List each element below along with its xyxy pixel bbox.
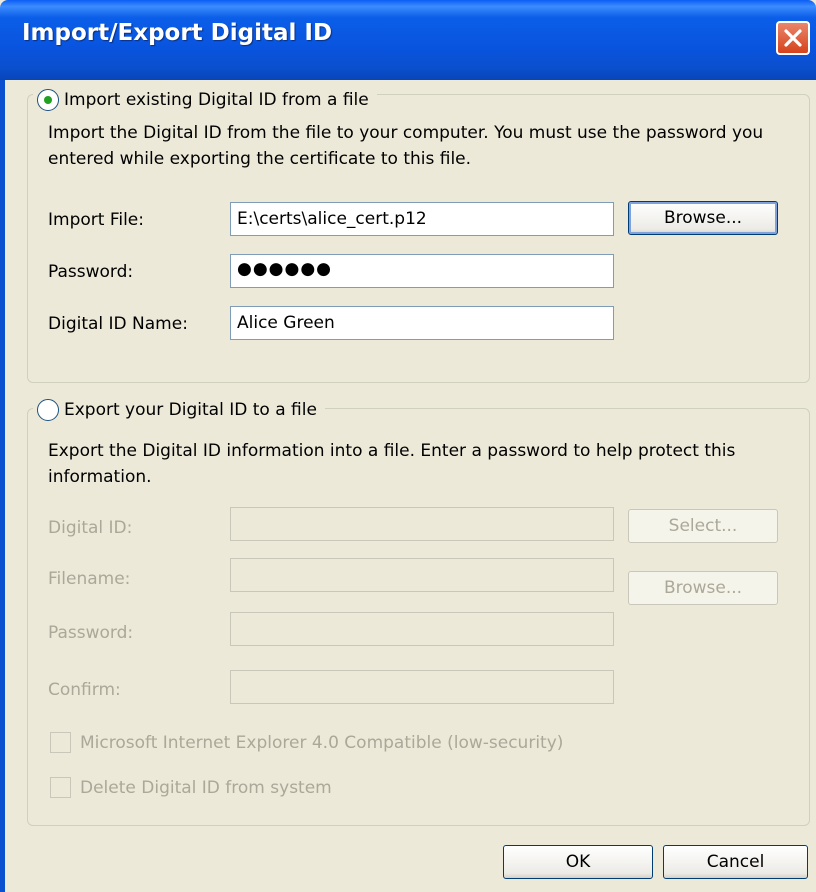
import-password-field[interactable]: ●●●●●●: [230, 254, 614, 288]
window-frame: [0, 80, 5, 892]
import-description: Import the Digital ID from the file to y…: [48, 123, 764, 169]
export-digital-id-label: Digital ID:: [48, 518, 133, 538]
export-password-field: [230, 612, 614, 646]
password-label: Password:: [48, 262, 134, 282]
export-password-label: Password:: [48, 623, 134, 643]
title-bar[interactable]: Import/Export Digital ID: [0, 0, 816, 80]
ie-compat-label: Microsoft Internet Explorer 4.0 Compatib…: [80, 733, 564, 753]
export-confirm-field: [230, 670, 614, 704]
import-browse-button[interactable]: Browse...: [628, 201, 778, 235]
delete-id-label: Delete Digital ID from system: [80, 778, 332, 798]
export-radio-icon[interactable]: [37, 399, 59, 421]
export-description: Export the Digital ID information into a…: [48, 441, 736, 487]
import-file-label: Import File:: [48, 210, 144, 230]
export-digital-id-field: [230, 507, 614, 541]
export-radio-option[interactable]: Export your Digital ID to a file: [33, 396, 325, 424]
export-browse-button: Browse...: [628, 571, 778, 605]
delete-id-checkbox: [50, 777, 71, 798]
cancel-button[interactable]: Cancel: [663, 845, 808, 879]
import-radio-icon[interactable]: [37, 89, 59, 111]
export-filename-label: Filename:: [48, 569, 131, 589]
digital-id-name-label: Digital ID Name:: [48, 314, 188, 334]
ok-button[interactable]: OK: [503, 845, 653, 879]
digital-id-name-field[interactable]: [230, 306, 614, 340]
import-radio-label[interactable]: Import existing Digital ID from a file: [64, 90, 369, 110]
import-radio-option[interactable]: Import existing Digital ID from a file: [33, 86, 377, 114]
import-export-dialog: Import/Export Digital ID Import existing…: [0, 0, 816, 892]
window-title: Import/Export Digital ID: [22, 20, 333, 46]
close-icon: [784, 29, 802, 47]
ie-compat-checkbox: [50, 732, 71, 753]
export-confirm-label: Confirm:: [48, 680, 121, 700]
close-button[interactable]: [776, 21, 810, 55]
export-select-button: Select...: [628, 509, 778, 543]
import-file-field[interactable]: [230, 202, 614, 236]
export-radio-label[interactable]: Export your Digital ID to a file: [64, 400, 317, 420]
export-filename-field: [230, 558, 614, 592]
